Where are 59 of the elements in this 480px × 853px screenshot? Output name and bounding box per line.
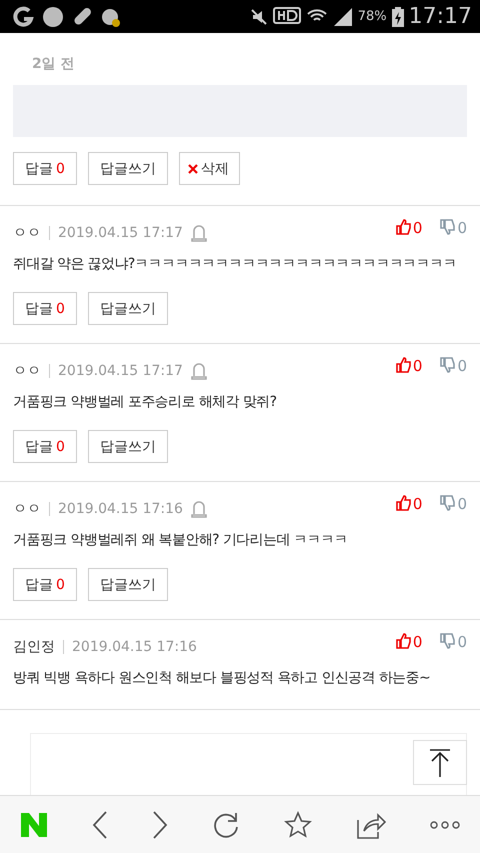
write-reply-button[interactable]: 답글쓰기 [88, 152, 168, 185]
author-name: ㅇㅇ [13, 500, 41, 518]
reply-count-button[interactable]: 답글 0 [13, 568, 77, 601]
back-icon[interactable] [92, 810, 108, 838]
like-button[interactable]: 0 [396, 495, 422, 513]
dislike-count: 0 [457, 633, 467, 651]
delete-button[interactable]: 삭제 [178, 152, 240, 185]
like-button[interactable]: 0 [396, 219, 422, 237]
arrow-up-icon [429, 748, 451, 776]
forward-icon[interactable] [152, 810, 168, 838]
author-name: ㅇㅇ [13, 362, 41, 380]
thumbs-up-icon [396, 219, 412, 235]
share-icon[interactable] [356, 810, 386, 838]
like-button[interactable]: 0 [396, 357, 422, 375]
author-name: ㅇㅇ [13, 224, 41, 242]
close-icon [188, 164, 198, 174]
comment-date: 2019.04.15 17:16 [72, 639, 197, 655]
comment-text: 방쿼 빅뱅 욕하다 원스인척 해보다 블핑성적 욕하고 인신공격 하는중~ [13, 669, 432, 688]
hd-icon [272, 6, 301, 26]
dislike-count: 0 [457, 219, 467, 237]
refresh-icon[interactable] [212, 810, 240, 838]
comment-text: 거품핑크 약뱅벌레쥐 왜 복붙안해? 기다리는데 ㅋㅋㅋㅋ [13, 531, 348, 550]
comment-text: 거품핑크 약뱅벌레 포주승리로 해체각 맞쥐? [13, 393, 278, 412]
like-count: 0 [412, 219, 422, 237]
write-reply-button[interactable]: 답글쓰기 [88, 292, 168, 325]
author-name: 김인정 [13, 638, 55, 656]
like-count: 0 [412, 633, 422, 651]
app-icon [12, 6, 34, 28]
reply-count-button[interactable]: 답글 0 [13, 152, 77, 185]
like-count: 0 [412, 495, 422, 513]
comment-text: 쥐대갈 약은 끊었냐?ㅋㅋㅋㅋㅋㅋㅋㅋㅋㅋㅋㅋㅋㅋㅋㅋㅋㅋㅋㅋㅋㅋㅋㅋ [13, 255, 458, 274]
like-button[interactable]: 0 [396, 633, 422, 651]
like-count: 0 [412, 357, 422, 375]
app-icon [42, 6, 64, 28]
time-ago: 2일 전 [32, 56, 75, 72]
write-reply-button[interactable]: 답글쓰기 [88, 568, 168, 601]
battery-percent: 78% [358, 9, 387, 24]
dislike-count: 0 [457, 495, 467, 513]
thumbs-down-icon [440, 357, 456, 373]
battery-icon [392, 6, 404, 26]
dislike-count: 0 [457, 357, 467, 375]
comment-date: 2019.04.15 17:17 [58, 363, 183, 379]
reply-count-button[interactable]: 답글 0 [13, 292, 77, 325]
write-reply-button[interactable]: 답글쓰기 [88, 430, 168, 463]
more-icon[interactable] [430, 820, 460, 830]
comment-date: 2019.04.15 17:17 [58, 225, 183, 241]
reply-count-button[interactable]: 답글 0 [13, 430, 77, 463]
comment-date: 2019.04.15 17:16 [58, 501, 183, 517]
clock: 17:17 [408, 4, 472, 29]
thumbs-up-icon [396, 495, 412, 511]
thumbs-up-icon [396, 357, 412, 373]
signal-icon [332, 6, 353, 26]
thumbs-down-icon [440, 495, 456, 511]
star-icon[interactable] [284, 810, 312, 838]
thumbs-down-icon [440, 633, 456, 649]
thumbs-up-icon [396, 633, 412, 649]
mute-icon [250, 8, 268, 26]
thumbs-down-icon [440, 219, 456, 235]
scroll-top-button[interactable] [413, 740, 467, 785]
